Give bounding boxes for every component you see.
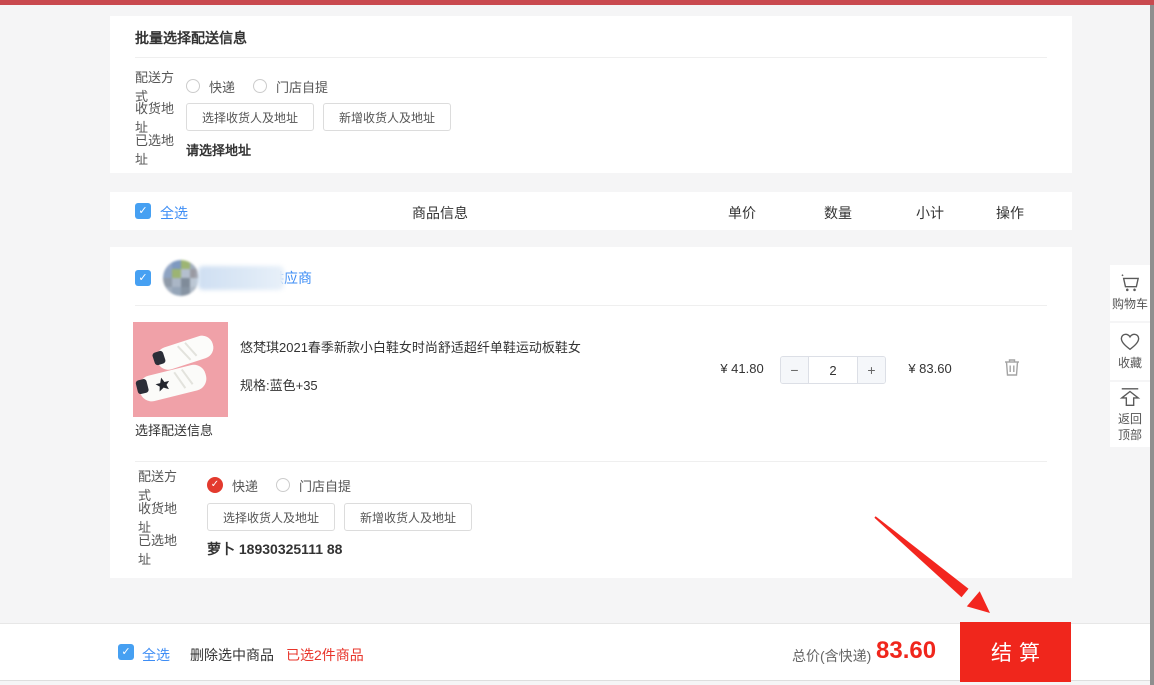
add-address-button[interactable]: 新增收货人及地址 (344, 503, 472, 531)
divider (135, 57, 1047, 58)
table-header: 全选 商品信息 单价 数量 小计 操作 (110, 192, 1072, 230)
top-red-bar (0, 0, 1154, 5)
column-quantity: 数量 (788, 203, 888, 223)
pickup-radio-group[interactable]: 门店自提 (276, 476, 351, 495)
footer-select-all-checkbox[interactable] (118, 644, 134, 660)
cart-page: 批量选择配送信息 配送方式 快递 门店自提 收货地址 选择收货人及地址 新增收货… (0, 0, 1154, 685)
sidebar-cart-label: 购物车 (1112, 296, 1148, 312)
supplier-avatar (163, 260, 199, 296)
add-address-button[interactable]: 新增收货人及地址 (323, 103, 451, 131)
express-radio-group[interactable]: 快递 (207, 476, 258, 495)
express-radio-label[interactable]: 快递 (209, 77, 235, 96)
divider (135, 305, 1047, 306)
batch-delivery-title: 批量选择配送信息 (135, 28, 247, 48)
back-to-top-icon (1119, 386, 1141, 408)
pickup-radio-label[interactable]: 门店自提 (299, 476, 351, 495)
checkout-bar: 全选 删除选中商品 已选2件商品 总价(含快递) 83.60 结算 (0, 623, 1154, 681)
total-price-value: 83.60 (876, 637, 936, 665)
express-radio-group[interactable]: 快递 (186, 77, 235, 96)
sidebar-item-cart[interactable]: 购物车 (1110, 265, 1150, 321)
supplier-checkbox[interactable] (135, 270, 151, 286)
selected-address-value: 萝卜 18930325111 88 (207, 539, 342, 559)
pickup-radio[interactable] (276, 478, 290, 492)
quantity-value[interactable]: 2 (808, 357, 858, 383)
choose-address-button[interactable]: 选择收货人及地址 (186, 103, 314, 131)
cart-item-panel: 供应商 悠梵琪2021春季新款小白 (110, 247, 1072, 578)
quantity-decrease-button[interactable]: − (781, 357, 808, 383)
sidebar-favorites-label: 收藏 (1118, 355, 1142, 371)
page-scrollbar[interactable] (1150, 5, 1154, 685)
heart-icon (1119, 332, 1141, 352)
select-all-label[interactable]: 全选 (160, 203, 188, 223)
pickup-radio[interactable] (253, 79, 267, 93)
selected-address-value: 请选择地址 (186, 140, 251, 159)
product-image[interactable] (133, 322, 228, 417)
unit-price: ¥ 41.80 (692, 361, 792, 376)
batch-delivery-panel: 批量选择配送信息 配送方式 快递 门店自提 收货地址 选择收货人及地址 新增收货… (110, 16, 1072, 173)
sidebar-item-favorites[interactable]: 收藏 (1110, 323, 1150, 380)
trash-icon (1003, 357, 1021, 377)
divider (135, 461, 1047, 462)
selected-address-label: 已选地址 (138, 530, 188, 568)
batch-address-row: 收货地址 选择收货人及地址 新增收货人及地址 (135, 103, 460, 131)
product-spec: 规格:蓝色+35 (240, 375, 318, 394)
express-radio[interactable] (186, 79, 200, 93)
delete-item-button[interactable] (1003, 357, 1021, 377)
column-unit-price: 单价 (692, 203, 792, 223)
pickup-radio-group[interactable]: 门店自提 (253, 77, 328, 96)
batch-selected-address-row: 已选地址 请选择地址 (135, 141, 251, 157)
select-all-checkbox[interactable] (135, 203, 151, 219)
cart-icon (1119, 273, 1141, 293)
choose-address-button[interactable]: 选择收货人及地址 (207, 503, 335, 531)
selected-count-text: 已选2件商品 (286, 645, 364, 665)
checkout-button[interactable]: 结算 (960, 622, 1071, 682)
footer-select-all-label[interactable]: 全选 (142, 645, 170, 665)
quantity-stepper: − 2 + (780, 356, 886, 384)
column-product-info: 商品信息 (390, 203, 490, 223)
sidebar-back-to-top-label: 返回顶部 (1117, 411, 1143, 443)
product-title-link[interactable]: 悠梵琪2021春季新款小白鞋女时尚舒适超纤单鞋运动板鞋女 (240, 337, 740, 356)
total-price-label: 总价(含快递) (792, 646, 871, 666)
delete-selected-button[interactable]: 删除选中商品 (190, 645, 274, 665)
express-radio-checked[interactable] (207, 477, 223, 493)
subtotal-price: ¥ 83.60 (880, 361, 980, 376)
choose-delivery-title: 选择配送信息 (135, 420, 213, 439)
item-method-row: 配送方式 快递 门店自提 (138, 476, 351, 494)
sneakers-image (133, 322, 228, 417)
sidebar-item-back-to-top[interactable]: 返回顶部 (1110, 382, 1150, 447)
batch-method-row: 配送方式 快递 门店自提 (135, 77, 328, 95)
express-radio-label[interactable]: 快递 (232, 476, 258, 495)
pickup-radio-label[interactable]: 门店自提 (276, 77, 328, 96)
item-address-row: 收货地址 选择收货人及地址 新增收货人及地址 (138, 503, 481, 531)
selected-address-label: 已选地址 (135, 130, 185, 168)
column-action: 操作 (960, 203, 1060, 223)
item-selected-address-row: 已选地址 萝卜 18930325111 88 (138, 541, 342, 557)
supplier-name-blur-patch (198, 266, 284, 290)
